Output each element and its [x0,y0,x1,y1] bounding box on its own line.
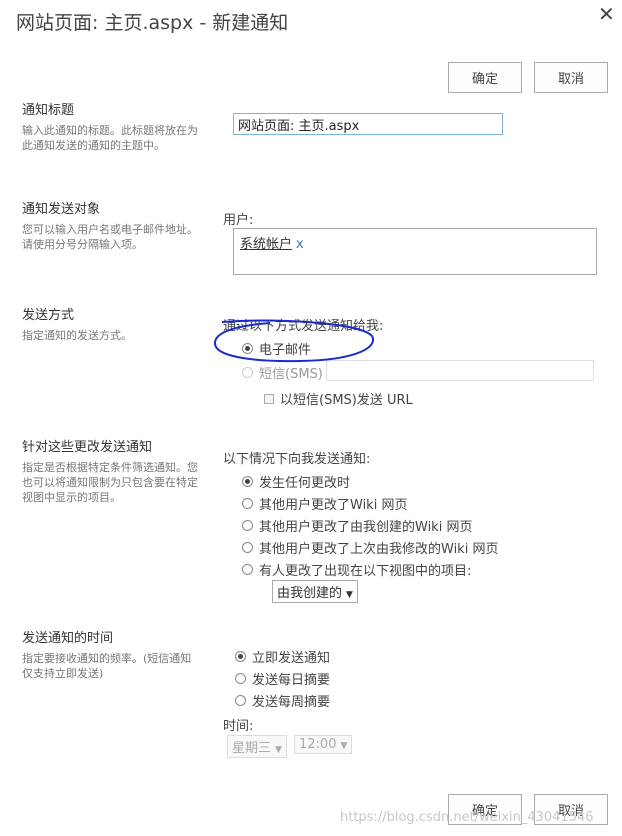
section-title-timing: 发送通知的时间 [22,631,114,646]
change-option-view-indicator[interactable] [242,564,253,575]
timing-option-weekly[interactable]: 发送每周摘要 [235,691,330,710]
sms-url-label: 以短信(SMS)发送 URL [280,393,413,408]
day-select-value: 星期三 [232,741,272,756]
time-select-value: 12:00 [299,737,337,752]
change-option-others-wiki[interactable]: 其他用户更改了Wiki 网页 [242,494,407,513]
section-desc-alert-title: 输入此通知的标题。此标题将放在为此通知发送的通知的主题中。 [22,124,198,152]
chevron-down-icon: ▼ [275,745,282,755]
section-desc-timing: 指定要接收通知的频率。(短信通知仅支持立即发送) [22,652,192,680]
section-desc-changes: 指定是否根据特定条件筛选通知。您也可以将通知限制为只包含要在特定视图中显示的项目… [22,461,198,504]
chevron-down-icon: ▼ [346,590,353,600]
annotation-ellipse [214,319,375,363]
changes-prompt: 以下情况下向我发送通知: [223,452,371,467]
change-option-created-by-me[interactable]: 其他用户更改了由我创建的Wiki 网页 [242,516,472,535]
change-option-last-modified-by-me-indicator[interactable] [242,542,253,553]
section-title-recipients: 通知发送对象 [22,202,101,217]
change-option-last-modified-by-me[interactable]: 其他用户更改了上次由我修改的Wiki 网页 [242,538,498,557]
section-desc-recipients: 您可以输入用户名或电子邮件地址。请使用分号分隔输入项。 [22,223,198,251]
cancel-button-top[interactable]: 取消 [534,62,608,93]
alert-title-input[interactable] [233,113,503,135]
change-option-any-indicator[interactable] [242,476,253,487]
timing-option-daily[interactable]: 发送每日摘要 [235,669,330,688]
timing-option-immediate[interactable]: 立即发送通知 [235,647,330,666]
ok-button-top[interactable]: 确定 [448,62,522,93]
change-option-any[interactable]: 发生任何更改时 [242,472,350,491]
change-option-label: 发生任何更改时 [259,476,351,491]
time-label: 时间: [223,719,254,734]
section-title-changes: 针对这些更改发送通知 [22,440,153,455]
timing-option-label: 发送每周摘要 [252,695,331,710]
change-option-label: 其他用户更改了由我创建的Wiki 网页 [259,520,473,535]
timing-option-weekly-indicator[interactable] [235,695,246,706]
radio-sms-indicator[interactable] [242,367,253,378]
timing-option-immediate-indicator[interactable] [235,651,246,662]
sms-url-checkbox-row[interactable]: 以短信(SMS)发送 URL [264,389,413,408]
remove-user-icon[interactable]: x [296,237,304,252]
people-picker[interactable]: 系统帐户 x [233,228,597,275]
close-icon[interactable]: ✕ [598,2,615,26]
timing-option-daily-indicator[interactable] [235,673,246,684]
change-option-label: 其他用户更改了上次由我修改的Wiki 网页 [259,542,499,557]
day-select[interactable]: 星期三 ▼ [227,735,287,758]
change-option-view[interactable]: 有人更改了出现在以下视图中的项目: [242,560,471,579]
view-select[interactable]: 由我创建的 ▼ [272,580,358,603]
change-option-label: 有人更改了出现在以下视图中的项目: [259,564,472,579]
section-desc-delivery: 指定通知的发送方式。 [22,329,132,342]
view-select-value: 由我创建的 [277,586,343,601]
user-entity[interactable]: 系统帐户 [240,237,292,252]
sms-url-checkbox[interactable] [264,393,274,404]
section-title-alert-title: 通知标题 [22,103,75,118]
change-option-label: 其他用户更改了Wiki 网页 [259,498,408,513]
dialog-title: 网站页面: 主页.aspx - 新建通知 [16,12,289,34]
time-select[interactable]: 12:00 ▼ [294,735,353,754]
users-label: 用户: [223,213,254,228]
change-option-others-wiki-indicator[interactable] [242,498,253,509]
section-title-delivery: 发送方式 [22,308,75,323]
watermark: https://blog.csdn.net/weixin_43041546 [340,810,594,825]
timing-option-label: 立即发送通知 [252,651,331,666]
timing-option-label: 发送每日摘要 [252,673,331,688]
chevron-down-icon: ▼ [340,741,348,751]
change-option-created-by-me-indicator[interactable] [242,520,253,531]
